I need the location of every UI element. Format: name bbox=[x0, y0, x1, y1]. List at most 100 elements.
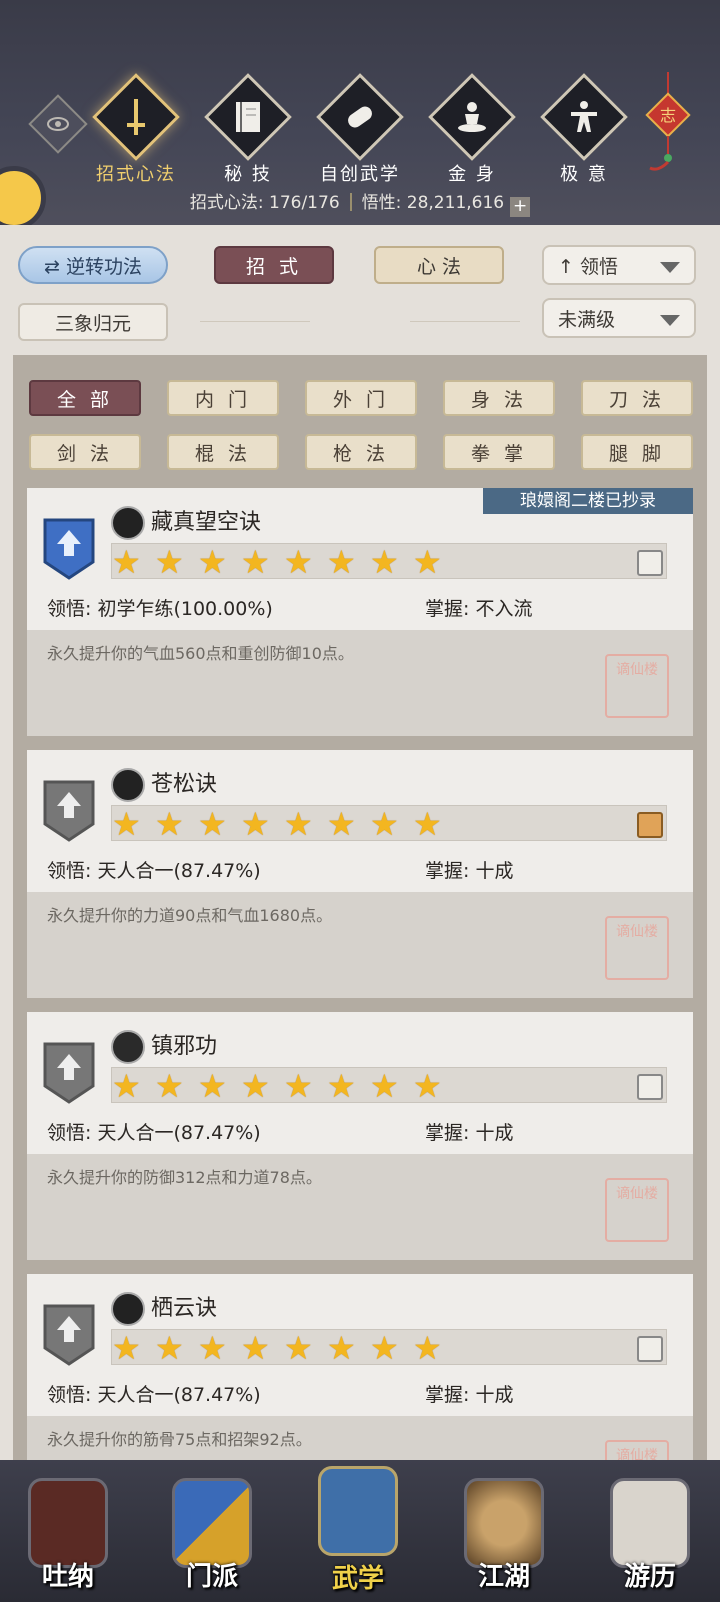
tab-golden-body[interactable]: 金 身 bbox=[422, 73, 522, 186]
summary-bar: 招式心法: 176/176 悟性: 28,211,616 + bbox=[0, 188, 720, 217]
ox-head-icon bbox=[111, 1030, 145, 1064]
star-icon: ★ bbox=[284, 805, 313, 843]
svg-text:志: 志 bbox=[660, 106, 676, 125]
add-insight-button[interactable]: + bbox=[510, 197, 531, 217]
star-icon: ★ bbox=[370, 1067, 399, 1105]
star-icon: ★ bbox=[112, 1067, 141, 1105]
tab-moves[interactable]: 招 式 bbox=[214, 246, 334, 284]
skill-card[interactable]: 琅嬛阁二楼已抄录 藏真望空诀 ★ ★ ★ ★ ★ ★ ★ ★ 领悟: 初学乍练(… bbox=[27, 488, 693, 736]
skill-name: 藏真望空诀 bbox=[151, 510, 262, 535]
mastery-text: 掌握: 十成 bbox=[425, 1384, 514, 1406]
chevron-down-icon bbox=[660, 262, 680, 273]
star-icon: ★ bbox=[327, 543, 356, 581]
filter-fist-palm[interactable]: 拳 掌 bbox=[443, 434, 555, 470]
nav-sect[interactable]: 门派 bbox=[166, 1478, 258, 1592]
skill-name: 苍松诀 bbox=[151, 772, 218, 797]
filter-sword[interactable]: 剑 法 bbox=[29, 434, 141, 470]
star-icon: ★ bbox=[155, 1329, 184, 1367]
manual-books-icon bbox=[318, 1466, 398, 1556]
star-icon: ★ bbox=[241, 543, 270, 581]
sect-flags-icon bbox=[172, 1478, 252, 1568]
skill-type-icon bbox=[637, 550, 663, 576]
comprehension-text: 领悟: 天人合一(87.47%) bbox=[47, 1384, 261, 1406]
sort-dropdown-label: 领悟 bbox=[579, 256, 618, 278]
star-icon: ★ bbox=[198, 543, 227, 581]
upgrade-badge-icon bbox=[43, 1042, 95, 1104]
comprehension-text: 领悟: 天人合一(87.47%) bbox=[47, 860, 261, 882]
comprehension-text: 领悟: 初学乍练(100.00%) bbox=[47, 598, 273, 620]
horse-icon bbox=[610, 1478, 690, 1568]
nav-label: 门派 bbox=[185, 1562, 238, 1592]
tab-secret-arts[interactable]: 秘 技 bbox=[198, 73, 298, 186]
filter-legs[interactable]: 腿 脚 bbox=[581, 434, 693, 470]
divider bbox=[200, 321, 310, 322]
yin-yang-icon bbox=[111, 506, 145, 540]
star-icon: ★ bbox=[370, 805, 399, 843]
moves-count: 招式心法: 176/176 bbox=[189, 193, 340, 213]
filter-blade[interactable]: 刀 法 bbox=[581, 380, 693, 416]
reset-button[interactable]: 三象归元 bbox=[18, 303, 168, 341]
level-dropdown-label: 未满级 bbox=[558, 309, 616, 331]
tab-label: 自创武学 bbox=[320, 164, 400, 185]
book-icon bbox=[204, 73, 292, 161]
mastery-text: 掌握: 不入流 bbox=[425, 598, 533, 620]
star-icon: ★ bbox=[370, 543, 399, 581]
tab-label: 秘 技 bbox=[224, 164, 272, 185]
skill-card[interactable]: 栖云诀 ★ ★ ★ ★ ★ ★ ★ ★ 领悟: 天人合一(87.47%) 掌握:… bbox=[27, 1274, 693, 1474]
star-icon: ★ bbox=[413, 805, 442, 843]
skill-type-icon bbox=[637, 1074, 663, 1100]
filter-movement[interactable]: 身 法 bbox=[443, 380, 555, 416]
star-icon: ★ bbox=[198, 1067, 227, 1105]
star-rating: ★ ★ ★ ★ ★ ★ ★ ★ bbox=[111, 1329, 667, 1365]
nav-jianghu[interactable]: 江湖 bbox=[458, 1478, 550, 1592]
level-dropdown[interactable]: 未满级 bbox=[542, 298, 696, 338]
arrow-up-icon: ↑ bbox=[558, 256, 574, 278]
insight-value: 悟性: 28,211,616 bbox=[361, 193, 505, 213]
filter-outer-sect[interactable]: 外 门 bbox=[305, 380, 417, 416]
star-icon: ★ bbox=[284, 1329, 313, 1367]
divider bbox=[410, 321, 520, 322]
skill-type-icon bbox=[637, 812, 663, 838]
nav-label: 武学 bbox=[331, 1564, 384, 1594]
tab-self-created[interactable]: 自创武学 bbox=[310, 73, 410, 186]
monk-icon bbox=[28, 1478, 108, 1568]
tab-ultimate[interactable]: 极 意 bbox=[534, 73, 634, 186]
star-icon: ★ bbox=[198, 805, 227, 843]
scroll-icon bbox=[316, 73, 404, 161]
sword-icon bbox=[92, 73, 180, 161]
star-icon: ★ bbox=[327, 1067, 356, 1105]
nav-breathing[interactable]: 吐纳 bbox=[22, 1478, 114, 1592]
nav-travel[interactable]: 游历 bbox=[604, 1478, 696, 1592]
skill-name: 镇邪功 bbox=[151, 1034, 218, 1059]
star-icon: ★ bbox=[241, 1329, 270, 1367]
star-icon: ★ bbox=[327, 1329, 356, 1367]
skill-card[interactable]: 镇邪功 ★ ★ ★ ★ ★ ★ ★ ★ 领悟: 天人合一(87.47%) 掌握:… bbox=[27, 1012, 693, 1260]
filter-spear[interactable]: 枪 法 bbox=[305, 434, 417, 470]
seal-stamp: 谪仙楼 bbox=[605, 654, 669, 718]
star-icon: ★ bbox=[112, 805, 141, 843]
star-icon: ★ bbox=[241, 805, 270, 843]
copied-ribbon: 琅嬛阁二楼已抄录 bbox=[483, 488, 693, 514]
nav-martial-arts[interactable]: 武学 bbox=[312, 1466, 404, 1594]
nav-label: 江湖 bbox=[477, 1562, 530, 1592]
star-icon: ★ bbox=[112, 543, 141, 581]
reverse-technique-button[interactable]: ⇄ 逆转功法 bbox=[18, 246, 168, 284]
tab-moves-mind[interactable]: 招式心法 bbox=[86, 73, 186, 186]
skill-description: 永久提升你的防御312点和力道78点。 bbox=[47, 1168, 322, 1187]
filter-staff[interactable]: 棍 法 bbox=[167, 434, 279, 470]
comprehension-text: 领悟: 天人合一(87.47%) bbox=[47, 1122, 261, 1144]
filter-all[interactable]: 全 部 bbox=[29, 380, 141, 416]
chevron-down-icon bbox=[660, 315, 680, 326]
filter-inner-sect[interactable]: 内 门 bbox=[167, 380, 279, 416]
star-icon: ★ bbox=[241, 1067, 270, 1105]
tab-mind[interactable]: 心 法 bbox=[374, 246, 504, 284]
mastery-text: 掌握: 十成 bbox=[425, 1122, 514, 1144]
sort-dropdown[interactable]: ↑ 领悟 bbox=[542, 245, 696, 285]
star-icon: ★ bbox=[284, 1067, 313, 1105]
nav-label: 吐纳 bbox=[41, 1562, 94, 1592]
upgrade-badge-icon bbox=[43, 780, 95, 842]
star-icon: ★ bbox=[413, 1329, 442, 1367]
star-icon: ★ bbox=[155, 543, 184, 581]
skill-card[interactable]: 苍松诀 ★ ★ ★ ★ ★ ★ ★ ★ 领悟: 天人合一(87.47%) 掌握:… bbox=[27, 750, 693, 998]
lucky-knot-icon[interactable]: 志 bbox=[643, 72, 693, 186]
